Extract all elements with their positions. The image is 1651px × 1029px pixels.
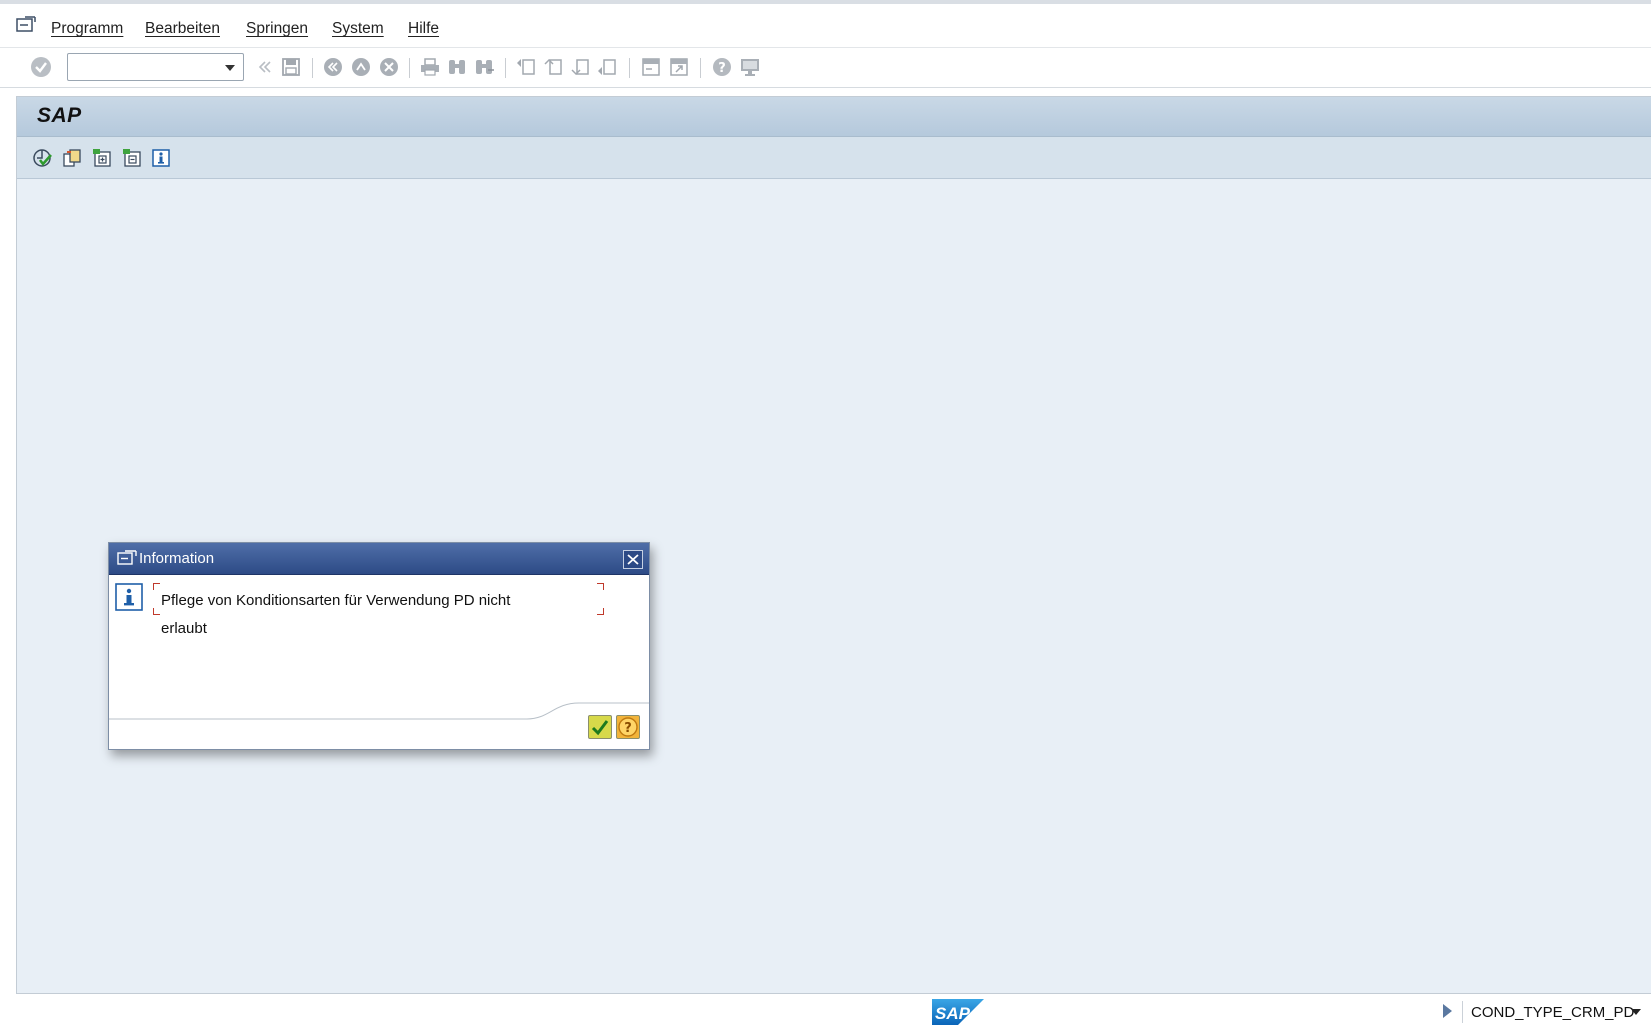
enter-icon[interactable] (30, 56, 52, 78)
execute-icon[interactable] (31, 147, 53, 169)
first-page-icon[interactable] (515, 56, 537, 78)
save-icon[interactable] (280, 56, 302, 78)
toolbar-separator (312, 58, 313, 78)
new-session-icon[interactable] (640, 56, 662, 78)
application-toolbar (17, 137, 1651, 179)
svg-text:SAP: SAP (935, 1004, 971, 1023)
dialog-message-line: erlaubt (161, 620, 207, 637)
page-title: SAP (37, 104, 82, 127)
focus-bracket (153, 608, 160, 615)
menu-springen[interactable]: Springen (246, 20, 308, 38)
cancel-icon[interactable] (378, 56, 400, 78)
info-icon[interactable] (150, 147, 172, 169)
status-toggle-icon[interactable] (1443, 1004, 1452, 1018)
menu-programm[interactable]: Programm (51, 20, 123, 38)
back-icon[interactable] (253, 56, 275, 78)
checkmark-icon (591, 720, 609, 736)
sap-logo: SAP (932, 999, 984, 1025)
dialog-title-bar[interactable]: Information (109, 543, 649, 575)
status-separator (1462, 1001, 1463, 1023)
exit-icon[interactable] (350, 56, 372, 78)
toolbar-separator (505, 58, 506, 78)
question-icon: ? (618, 717, 638, 737)
chevron-down-icon[interactable] (225, 65, 235, 71)
info-icon (115, 583, 143, 611)
command-input[interactable] (68, 54, 218, 80)
chevron-down-icon[interactable] (1631, 1009, 1641, 1015)
find-next-icon[interactable] (473, 56, 495, 78)
menu-system[interactable]: System (332, 20, 384, 38)
menu-bearbeiten[interactable]: Bearbeiten (145, 20, 220, 38)
expand-icon[interactable] (91, 147, 113, 169)
menu-hilfe[interactable]: Hilfe (408, 20, 439, 38)
dialog-footer-divider (109, 702, 649, 720)
svg-text:?: ? (718, 61, 726, 76)
title-bar: SAP (17, 97, 1651, 137)
toolbar-separator (629, 58, 630, 78)
copy-icon[interactable] (61, 147, 83, 169)
focus-bracket (597, 583, 604, 590)
command-field[interactable] (67, 53, 244, 81)
collapse-icon[interactable] (121, 147, 143, 169)
last-page-icon[interactable] (596, 56, 618, 78)
next-page-icon[interactable] (569, 56, 591, 78)
system-info[interactable]: COND_TYPE_CRM_PD (1471, 1004, 1634, 1021)
svg-text:?: ? (624, 721, 632, 736)
toolbar-separator (409, 58, 410, 78)
system-menu-icon[interactable] (16, 16, 36, 34)
menu-bar: Programm Bearbeiten Springen System Hilf… (0, 4, 1651, 48)
dialog-message-line: Pflege von Konditionsarten für Verwendun… (161, 592, 511, 609)
previous-page-icon[interactable] (542, 56, 564, 78)
layout-icon[interactable] (739, 56, 761, 78)
status-bar: SAP COND_TYPE_CRM_PD (0, 994, 1651, 1029)
dialog-message: Pflege von Konditionsarten für Verwendun… (161, 587, 541, 643)
help-button[interactable]: ? (616, 715, 640, 739)
toolbar-separator (700, 58, 701, 78)
focus-bracket (153, 583, 160, 590)
system-toolbar: ? (0, 48, 1651, 88)
confirm-button[interactable] (588, 715, 612, 739)
print-icon[interactable] (419, 56, 441, 78)
close-button[interactable] (623, 550, 643, 569)
find-icon[interactable] (446, 56, 468, 78)
system-menu-icon[interactable] (117, 550, 137, 567)
information-dialog: Information Pflege von Konditionsarten f… (108, 542, 650, 750)
focus-bracket (597, 608, 604, 615)
dialog-title: Information (139, 550, 215, 567)
back-nav-icon[interactable] (322, 56, 344, 78)
shortcut-icon[interactable] (668, 56, 690, 78)
close-icon (627, 554, 639, 565)
help-icon[interactable]: ? (711, 56, 733, 78)
